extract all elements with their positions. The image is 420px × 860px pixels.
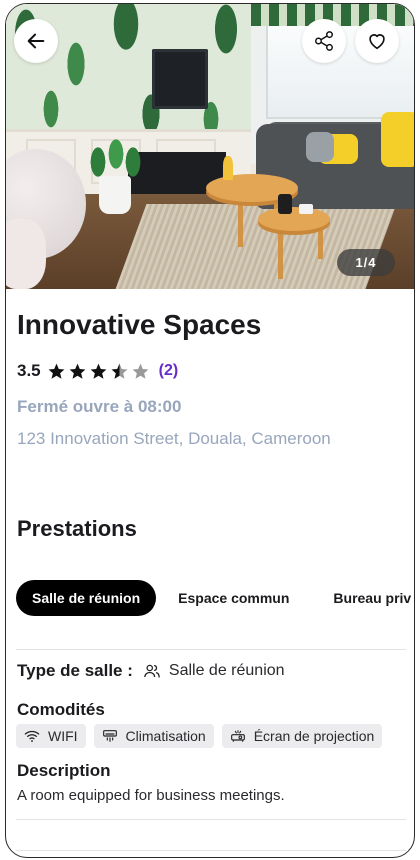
rating-stars	[47, 362, 150, 381]
address: 123 Innovation Street, Douala, Cameroon	[17, 429, 331, 448]
description-text: A room equipped for business meetings.	[17, 787, 285, 804]
projector-icon	[230, 730, 245, 742]
prestations-title: Prestations	[17, 516, 137, 541]
page-title: Innovative Spaces	[17, 309, 262, 340]
amenity-chip: Écran de projection	[221, 724, 383, 748]
divider	[16, 850, 406, 851]
image-counter: 1/4	[337, 249, 395, 276]
room-type-label: Type de salle :	[17, 661, 133, 680]
prestation-tabs: Salle de réunion Espace commun Bureau pr…	[16, 579, 411, 617]
amenities-title: Comodités	[17, 700, 105, 719]
back-button[interactable]	[14, 19, 58, 63]
star-icon	[69, 363, 86, 379]
star-icon	[48, 363, 65, 379]
rating-row: 3.5 (2)	[17, 361, 178, 381]
room-type-value: Salle de réunion	[168, 662, 285, 679]
description-title: Description	[17, 761, 111, 780]
amenity-chip: Climatisation	[93, 724, 214, 748]
share-button[interactable]	[302, 19, 346, 63]
divider	[16, 819, 406, 820]
opening-status: Fermé ouvre à 08:00	[17, 397, 182, 416]
tab-bureau-prive[interactable]: Bureau privé	[311, 580, 411, 616]
heart-icon	[369, 34, 385, 50]
star-icon	[90, 363, 107, 379]
hero-photo[interactable]: 1/4	[6, 4, 414, 289]
air-conditioner-icon	[102, 730, 117, 742]
room-type-row: Type de salle : Salle de réunion	[17, 661, 285, 681]
star-half-icon	[111, 363, 128, 379]
favorite-button[interactable]	[355, 19, 399, 63]
review-count-link[interactable]: (2)	[159, 362, 179, 380]
tv	[152, 49, 208, 109]
amenity-chip: WIFI	[16, 724, 86, 748]
wifi-icon	[24, 730, 40, 742]
divider	[16, 649, 406, 650]
arrow-left-icon	[27, 33, 45, 49]
tab-salle-de-reunion[interactable]: Salle de réunion	[16, 580, 157, 616]
star-icon	[132, 363, 149, 379]
users-icon	[144, 664, 160, 678]
rating-value: 3.5	[17, 361, 41, 380]
amenities-list: WIFI Climatisation Écran de projection	[16, 724, 383, 748]
share-icon	[315, 31, 333, 51]
app-screen: 1/4 Innovative Spaces 3.5 (2) Fermé ouvr…	[5, 3, 415, 858]
tab-espace-commun[interactable]: Espace commun	[156, 580, 311, 616]
